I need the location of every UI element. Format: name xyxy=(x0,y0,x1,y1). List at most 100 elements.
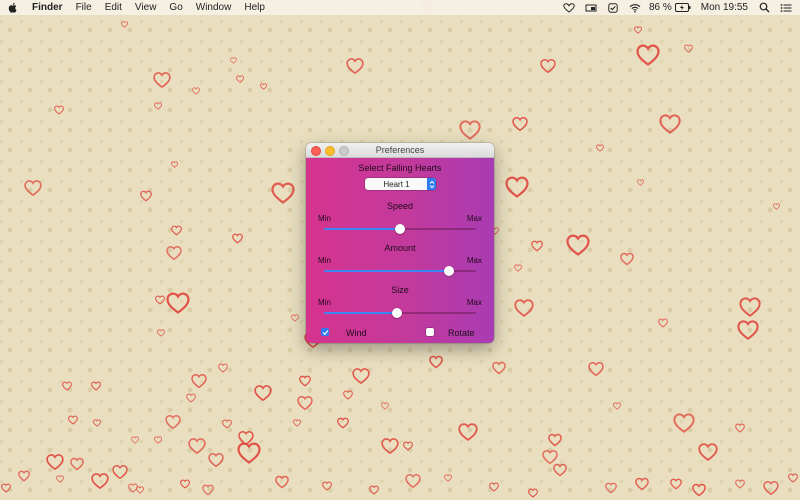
menu-edit[interactable]: Edit xyxy=(105,2,122,13)
zoom-button[interactable] xyxy=(339,146,349,156)
battery-icon[interactable] xyxy=(674,3,691,13)
select-hearts-title: Select Falling Hearts xyxy=(358,163,442,173)
falling-heart-icon xyxy=(165,414,181,430)
apple-icon[interactable] xyxy=(8,2,18,13)
wind-checkbox[interactable] xyxy=(321,328,329,336)
falling-heart-icon xyxy=(297,395,313,411)
falling-heart-icon xyxy=(444,474,452,482)
heart-style-popup[interactable]: Heart 1 xyxy=(365,178,436,190)
menu-bar: Finder File Edit View Go Window Help 86 … xyxy=(0,0,800,15)
falling-heart-icon xyxy=(236,75,244,83)
size-min-label: Min xyxy=(318,298,331,307)
falling-heart-icon xyxy=(514,299,534,318)
speed-slider-fill xyxy=(324,228,400,230)
menu-go[interactable]: Go xyxy=(169,2,182,13)
menu-clock[interactable]: Mon 19:55 xyxy=(701,2,748,13)
falling-heart-icon xyxy=(381,402,389,410)
status-area: 86 % Mon 19:55 xyxy=(553,0,792,15)
falling-heart-icon xyxy=(458,423,478,442)
heart-icon[interactable] xyxy=(563,2,575,13)
amount-slider-knob[interactable] xyxy=(444,266,454,276)
falling-heart-icon xyxy=(153,72,171,89)
rotate-label[interactable]: Rotate xyxy=(448,328,475,338)
falling-heart-icon xyxy=(188,438,206,455)
falling-heart-icon xyxy=(588,361,604,377)
speed-slider[interactable] xyxy=(324,224,476,234)
falling-heart-icon xyxy=(540,58,556,74)
falling-heart-icon xyxy=(613,402,621,410)
falling-heart-icon xyxy=(155,295,165,305)
falling-heart-icon xyxy=(154,436,162,444)
falling-heart-icon xyxy=(620,252,634,266)
menu-window[interactable]: Window xyxy=(196,2,232,13)
falling-heart-icon xyxy=(91,381,101,391)
close-button[interactable] xyxy=(311,146,321,156)
window-titlebar[interactable]: Preferences xyxy=(306,143,494,158)
falling-heart-icon xyxy=(166,292,190,314)
falling-heart-icon xyxy=(548,433,562,447)
checkmark-icon xyxy=(322,329,328,335)
falling-heart-icon xyxy=(131,436,139,444)
falling-heart-icon xyxy=(739,297,761,317)
falling-heart-icon xyxy=(70,457,84,471)
wind-label[interactable]: Wind xyxy=(346,328,367,338)
falling-heart-icon xyxy=(170,225,182,236)
speed-slider-knob[interactable] xyxy=(395,224,405,234)
falling-heart-icon xyxy=(788,473,798,483)
falling-heart-icon xyxy=(166,245,182,261)
falling-heart-icon xyxy=(683,43,693,53)
falling-heart-icon xyxy=(231,233,243,244)
falling-heart-icon xyxy=(170,160,178,168)
size-slider-knob[interactable] xyxy=(392,308,402,318)
falling-heart-icon xyxy=(222,419,232,429)
amount-slider[interactable] xyxy=(324,266,476,276)
window-title: Preferences xyxy=(375,145,425,155)
falling-heart-icon xyxy=(180,479,190,489)
amount-min-label: Min xyxy=(318,256,331,265)
falling-heart-icon xyxy=(698,443,718,462)
falling-heart-icon xyxy=(157,329,165,337)
amount-max-label: Max xyxy=(466,256,482,265)
display-icon[interactable] xyxy=(585,3,597,13)
falling-heart-icon xyxy=(489,482,499,492)
falling-heart-icon xyxy=(299,375,311,387)
preferences-window: Preferences Select Falling Hearts Heart … xyxy=(306,143,494,343)
falling-heart-icon xyxy=(322,481,332,491)
falling-heart-icon xyxy=(91,473,109,490)
falling-heart-icon xyxy=(566,234,590,256)
falling-heart-icon xyxy=(291,314,299,322)
rotate-checkbox[interactable] xyxy=(426,328,434,336)
falling-heart-icon xyxy=(459,120,481,140)
falling-heart-icon xyxy=(208,452,224,468)
falling-heart-icon xyxy=(528,488,538,498)
falling-heart-icon xyxy=(154,102,162,110)
menu-file[interactable]: File xyxy=(76,2,92,13)
search-icon[interactable] xyxy=(758,2,770,13)
menu-finder[interactable]: Finder xyxy=(32,2,63,13)
falling-heart-icon xyxy=(735,423,745,433)
menu-view[interactable]: View xyxy=(135,2,157,13)
falling-heart-icon xyxy=(505,176,529,198)
popup-chevron-icon xyxy=(427,178,436,190)
falling-heart-icon xyxy=(46,454,64,471)
list-icon[interactable] xyxy=(780,3,792,13)
falling-heart-icon xyxy=(670,478,682,490)
falling-heart-icon xyxy=(429,355,443,369)
falling-heart-icon xyxy=(140,190,152,202)
falling-heart-icon xyxy=(405,473,421,489)
menu-help[interactable]: Help xyxy=(244,2,265,13)
falling-heart-icon xyxy=(553,463,567,477)
size-slider[interactable] xyxy=(324,308,476,318)
falling-heart-icon xyxy=(229,56,237,64)
falling-heart-icon xyxy=(605,482,617,494)
falling-heart-icon xyxy=(659,114,681,134)
checkmark-badge-icon[interactable] xyxy=(607,2,619,13)
falling-heart-icon xyxy=(68,415,78,425)
wifi-icon[interactable] xyxy=(629,3,641,13)
minimize-button[interactable] xyxy=(325,146,335,156)
falling-heart-icon xyxy=(62,381,72,391)
size-slider-fill xyxy=(324,312,397,314)
falling-heart-icon xyxy=(692,483,706,497)
falling-heart-icon xyxy=(346,58,364,75)
falling-heart-icon xyxy=(343,390,353,400)
